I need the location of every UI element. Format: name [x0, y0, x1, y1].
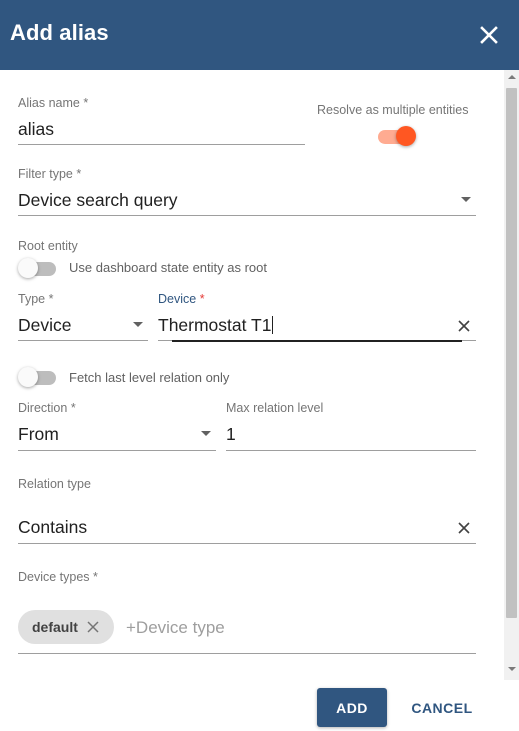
type-underline: [18, 340, 148, 341]
relation-type-label: Relation type: [18, 477, 91, 491]
max-relation-level-input[interactable]: 1: [226, 424, 236, 445]
scrollbar[interactable]: [504, 70, 519, 680]
max-relation-level-underline: [226, 450, 476, 451]
device-input[interactable]: Thermostat T1: [158, 315, 274, 336]
use-dashboard-state-label: Use dashboard state entity as root: [69, 260, 268, 275]
scrollbar-thumb[interactable]: [506, 88, 517, 618]
alias-name-input[interactable]: alias: [18, 119, 54, 140]
text-cursor: [272, 316, 274, 334]
device-type-chip[interactable]: default: [18, 610, 114, 644]
device-type-input[interactable]: +Device type: [126, 618, 225, 638]
type-select[interactable]: Device: [18, 315, 72, 336]
direction-label: Direction *: [18, 401, 76, 415]
toggle-thumb: [18, 367, 38, 387]
chevron-down-icon[interactable]: [133, 322, 143, 327]
device-types-label: Device types *: [18, 570, 98, 584]
direction-underline: [18, 450, 216, 451]
clear-icon[interactable]: [457, 521, 471, 535]
resolve-multiple-label: Resolve as multiple entities: [317, 103, 469, 117]
toggle-thumb: [396, 126, 416, 146]
chevron-down-icon[interactable]: [201, 431, 211, 436]
max-relation-level-label: Max relation level: [226, 401, 324, 415]
device-focus-underline: [172, 340, 462, 342]
device-types-underline: [18, 653, 476, 654]
dialog-title: Add alias: [10, 20, 109, 45]
dialog-header: Add alias: [0, 0, 519, 70]
chip-remove-icon[interactable]: [86, 620, 100, 634]
device-label: Device *: [158, 292, 205, 306]
direction-select[interactable]: From: [18, 424, 59, 445]
clear-icon[interactable]: [457, 319, 471, 333]
relation-type-underline: [18, 543, 476, 544]
alias-name-underline: [18, 144, 305, 145]
chip-label: default: [32, 619, 78, 635]
cancel-button[interactable]: CANCEL: [404, 688, 480, 727]
chevron-down-icon[interactable]: [461, 197, 471, 202]
dialog-content: Alias name * alias Resolve as multiple e…: [0, 70, 519, 680]
filter-type-label: Filter type *: [18, 167, 82, 181]
toggle-thumb: [18, 258, 38, 278]
resolve-multiple-toggle[interactable]: [376, 125, 416, 147]
type-label: Type *: [18, 292, 54, 306]
filter-type-underline: [18, 215, 476, 216]
relation-type-input[interactable]: Contains: [18, 517, 87, 538]
filter-type-select[interactable]: Device search query: [18, 190, 178, 211]
fetch-last-level-label: Fetch last level relation only: [69, 370, 230, 385]
use-dashboard-state-toggle[interactable]: [18, 257, 58, 279]
scroll-up-arrow-icon[interactable]: [508, 75, 516, 79]
root-entity-label: Root entity: [18, 239, 78, 253]
fetch-last-level-toggle[interactable]: [18, 366, 58, 388]
close-icon[interactable]: [476, 22, 502, 48]
scroll-down-arrow-icon[interactable]: [508, 667, 516, 671]
add-button[interactable]: ADD: [317, 688, 387, 727]
alias-name-label: Alias name *: [18, 96, 89, 110]
